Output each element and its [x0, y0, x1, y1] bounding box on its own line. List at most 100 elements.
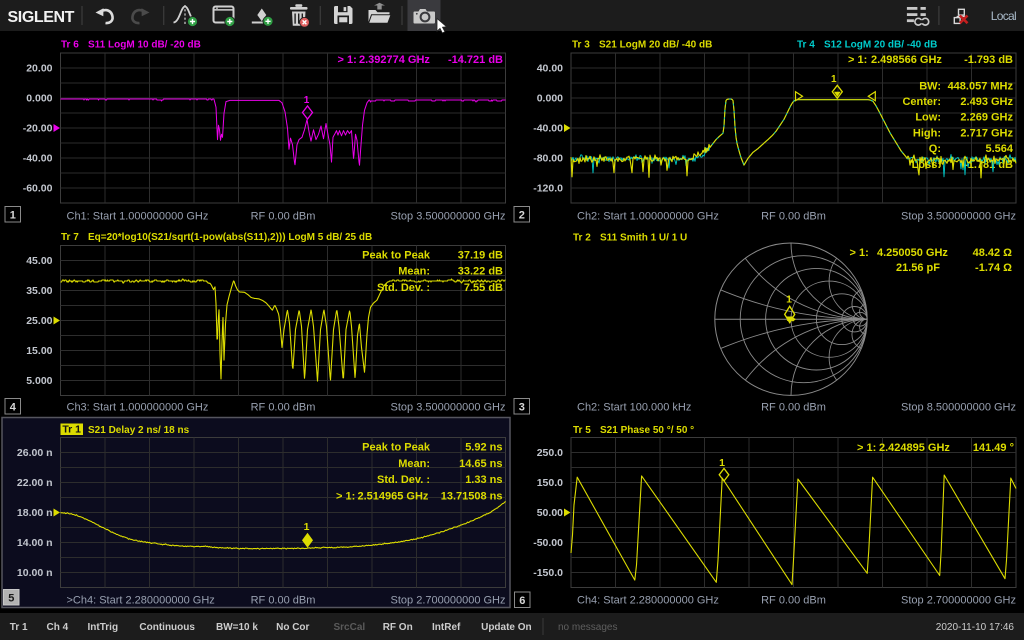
svg-text:Stop 3.500000000 GHz: Stop 3.500000000 GHz	[391, 210, 506, 222]
svg-text:1.33 ns: 1.33 ns	[465, 474, 502, 486]
svg-text:448.057 MHz: 448.057 MHz	[948, 80, 1014, 92]
svg-text:Tr 6: Tr 6	[61, 40, 79, 51]
svg-text:Eq=20*log10(S21/sqrt(1-pow(abs: Eq=20*log10(S21/sqrt(1-pow(abs(S11),2)))…	[88, 232, 372, 243]
svg-text:S21 Delay 2 ns/ 18 ns: S21 Delay 2 ns/ 18 ns	[88, 425, 190, 436]
svg-text:4: 4	[10, 402, 17, 414]
svg-text:RF 0.00 dBm: RF 0.00 dBm	[251, 401, 316, 413]
svg-text:RF 0.00 dBm: RF 0.00 dBm	[761, 401, 826, 413]
svg-text:18.00 n: 18.00 n	[17, 507, 53, 519]
svg-text:-1.74 Ω: -1.74 Ω	[975, 262, 1012, 274]
svg-text:S21 LogM 20 dB/ -40 dB: S21 LogM 20 dB/ -40 dB	[599, 40, 712, 51]
svg-text:> 1:: > 1:	[338, 54, 357, 66]
svg-text:14.00 n: 14.00 n	[17, 537, 53, 549]
svg-text:Local: Local	[991, 9, 1016, 23]
svg-text:45.00: 45.00	[26, 255, 52, 267]
svg-text:BW=10 k: BW=10 k	[216, 622, 258, 633]
svg-text:2.514965 GHz: 2.514965 GHz	[358, 491, 429, 503]
svg-text:5.564: 5.564	[985, 143, 1013, 155]
svg-text:2.493 GHz: 2.493 GHz	[960, 96, 1013, 108]
svg-text:High:: High:	[913, 127, 941, 139]
svg-text:1: 1	[304, 95, 310, 106]
svg-text:141.49 °: 141.49 °	[973, 442, 1014, 454]
svg-text:S11 LogM 10 dB/ -20 dB: S11 LogM 10 dB/ -20 dB	[88, 40, 201, 51]
svg-text:15.00: 15.00	[26, 345, 52, 357]
svg-text:Continuous: Continuous	[139, 622, 195, 633]
svg-text:SrcCal: SrcCal	[334, 622, 366, 633]
svg-text:4.250050 GHz: 4.250050 GHz	[877, 247, 948, 259]
svg-text:5: 5	[8, 593, 14, 605]
svg-text:no messages: no messages	[558, 622, 617, 633]
svg-text:13.71508 ns: 13.71508 ns	[441, 491, 503, 503]
svg-text:Mean:: Mean:	[398, 458, 430, 470]
svg-text:0.000: 0.000	[26, 93, 52, 105]
svg-text:-40.00: -40.00	[533, 123, 563, 135]
svg-text:Stop 8.500000000 GHz: Stop 8.500000000 GHz	[901, 401, 1016, 413]
svg-text:2.717 GHz: 2.717 GHz	[960, 127, 1013, 139]
svg-text:25.00: 25.00	[26, 315, 52, 327]
svg-text:0.000: 0.000	[537, 93, 563, 105]
svg-text:2: 2	[519, 210, 525, 222]
svg-text:33.22 dB: 33.22 dB	[458, 266, 503, 278]
svg-text:Stop 3.500000000 GHz: Stop 3.500000000 GHz	[391, 401, 506, 413]
svg-text:No Cor: No Cor	[276, 622, 309, 633]
svg-text:-20.00: -20.00	[23, 123, 53, 135]
svg-text:2.498566 GHz: 2.498566 GHz	[871, 54, 942, 66]
svg-text:22.00 n: 22.00 n	[17, 477, 53, 489]
svg-text:> 1:: > 1:	[848, 54, 867, 66]
svg-text:Ch2: Start 100.000 kHz: Ch2: Start 100.000 kHz	[577, 401, 691, 413]
svg-text:-80.00: -80.00	[533, 153, 563, 165]
svg-text:40.00: 40.00	[537, 63, 563, 75]
svg-text:Peak to Peak: Peak to Peak	[362, 442, 431, 454]
svg-text:5.000: 5.000	[26, 375, 52, 387]
svg-text:250.0: 250.0	[537, 447, 563, 459]
svg-text:-40.00: -40.00	[23, 153, 53, 165]
svg-text:6: 6	[519, 595, 525, 607]
svg-text:-14.721 dB: -14.721 dB	[448, 54, 503, 66]
svg-text:2.392774 GHz: 2.392774 GHz	[359, 54, 430, 66]
svg-text:Peak to Peak: Peak to Peak	[362, 249, 431, 261]
svg-text:> 1:: > 1:	[857, 442, 876, 454]
svg-text:35.00: 35.00	[26, 285, 52, 297]
svg-text:20.00: 20.00	[26, 63, 52, 75]
svg-text:BW:: BW:	[919, 80, 941, 92]
svg-text:Center:: Center:	[902, 96, 941, 108]
svg-text:IntRef: IntRef	[432, 622, 461, 633]
svg-text:150.0: 150.0	[537, 477, 563, 489]
svg-text:Ch3: Start 1.000000000 GHz: Ch3: Start 1.000000000 GHz	[67, 401, 209, 413]
svg-text:RF On: RF On	[383, 622, 413, 633]
svg-text:Q:: Q:	[929, 143, 941, 155]
svg-text:1: 1	[786, 294, 792, 306]
svg-text:-60.00: -60.00	[23, 183, 53, 195]
svg-text:1: 1	[304, 521, 310, 533]
svg-text:10.00 n: 10.00 n	[17, 567, 53, 579]
svg-text:Tr 1: Tr 1	[62, 424, 81, 436]
svg-text:> 1:: > 1:	[336, 491, 355, 503]
svg-text:48.42 Ω: 48.42 Ω	[973, 247, 1013, 259]
svg-text:-1.793 dB: -1.793 dB	[964, 54, 1013, 66]
svg-text:Std. Dev. :: Std. Dev. :	[377, 474, 430, 486]
svg-text:Ch4: Start 2.280000000 GHz: Ch4: Start 2.280000000 GHz	[577, 594, 719, 606]
svg-text:2.269 GHz: 2.269 GHz	[960, 112, 1013, 124]
svg-text:RF 0.00 dBm: RF 0.00 dBm	[251, 210, 316, 222]
svg-text:Stop 3.500000000 GHz: Stop 3.500000000 GHz	[901, 210, 1016, 222]
svg-text:-120.0: -120.0	[533, 183, 563, 195]
svg-text:14.65 ns: 14.65 ns	[459, 458, 502, 470]
svg-text:21.56 pF: 21.56 pF	[896, 262, 940, 274]
svg-text:Tr 3: Tr 3	[572, 40, 590, 51]
svg-text:S11 Smith 1 U/ 1 U: S11 Smith 1 U/ 1 U	[600, 233, 687, 244]
svg-text:37.19 dB: 37.19 dB	[458, 249, 503, 261]
svg-text:50.00: 50.00	[537, 507, 563, 519]
svg-text:Stop 2.700000000 GHz: Stop 2.700000000 GHz	[391, 594, 506, 606]
svg-text:RF 0.00 dBm: RF 0.00 dBm	[251, 594, 316, 606]
svg-text:2.424895 GHz: 2.424895 GHz	[879, 442, 950, 454]
svg-text:S21 Phase 50 °/ 50 °: S21 Phase 50 °/ 50 °	[600, 425, 694, 436]
svg-text:Stop 2.700000000 GHz: Stop 2.700000000 GHz	[901, 594, 1016, 606]
svg-text:>Ch4: Start 2.280000000 GHz: >Ch4: Start 2.280000000 GHz	[67, 594, 215, 606]
svg-text:Std. Dev. :: Std. Dev. :	[377, 282, 430, 294]
svg-text:Low:: Low:	[915, 112, 941, 124]
svg-text:Mean:: Mean:	[398, 266, 430, 278]
svg-text:SIGLENT: SIGLENT	[8, 9, 75, 26]
svg-text:RF 0.00 dBm: RF 0.00 dBm	[761, 210, 826, 222]
svg-text:-150.0: -150.0	[533, 567, 563, 579]
svg-text:Ch 4: Ch 4	[47, 622, 69, 633]
